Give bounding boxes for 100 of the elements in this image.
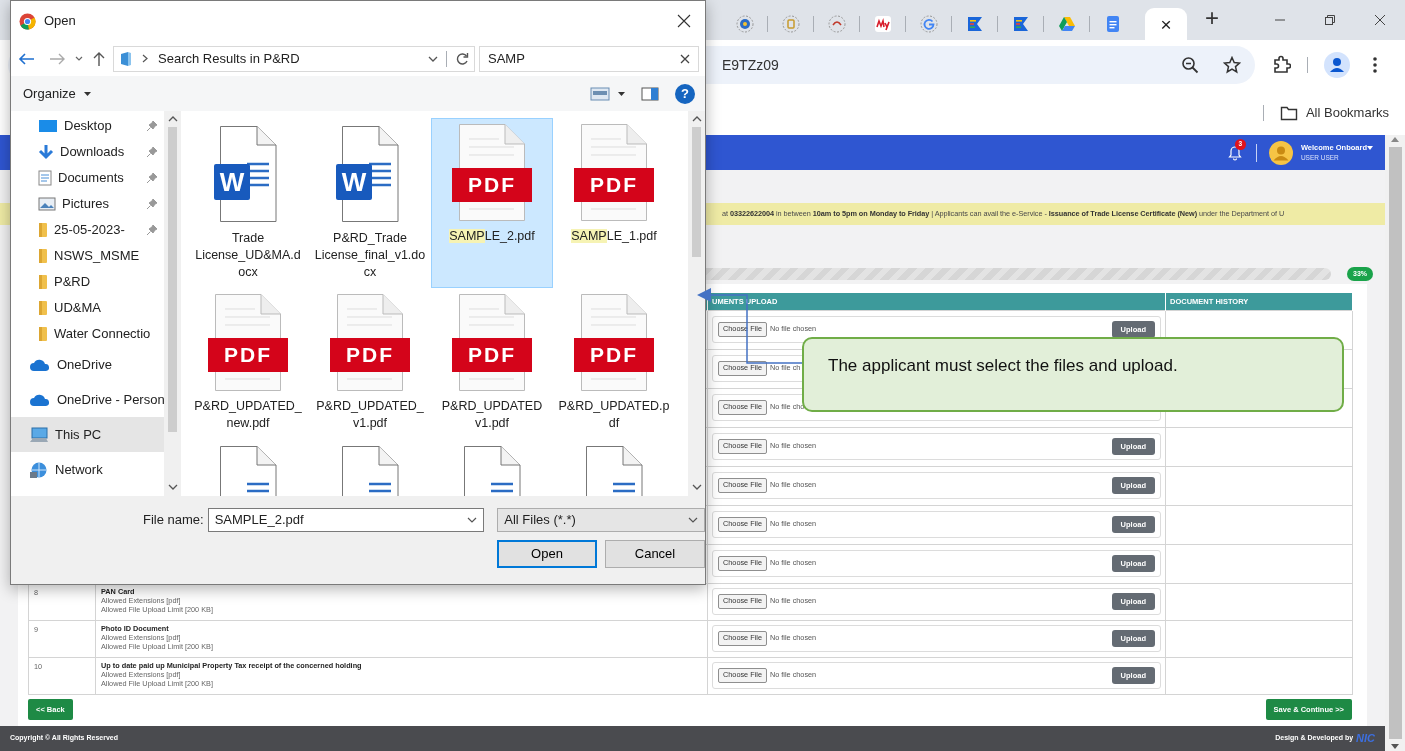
file-name: P&RD_UPDATED_v1.pdf: [315, 397, 425, 432]
file-name: SAMPLE_2.pdf: [448, 228, 536, 245]
nav-item[interactable]: Desktop: [11, 113, 164, 139]
file-tile[interactable]: PDF P&RD_UPDATED_v1.pdf: [309, 287, 431, 439]
bell-icon[interactable]: [1227, 144, 1242, 161]
page-scrollbar[interactable]: [1385, 135, 1405, 751]
file-name: P&RD_UPDATED_new.pdf: [193, 397, 303, 432]
file-scrollbar[interactable]: [688, 111, 705, 496]
g-icon: [919, 15, 938, 33]
new-tab-button[interactable]: +: [1199, 6, 1225, 30]
file-type-label: PDF: [330, 337, 410, 372]
nav-item[interactable]: 25-05-2023-: [11, 217, 164, 243]
puzzle-icon[interactable]: [1271, 55, 1291, 75]
preview-pane-icon[interactable]: [641, 86, 659, 101]
close-icon[interactable]: [677, 14, 691, 28]
avatar-icon: [1268, 140, 1293, 165]
dialog-title: Open: [44, 12, 76, 31]
view-icon: [590, 86, 610, 101]
tab-close-button[interactable]: ×: [1160, 14, 1172, 34]
folder-icon: [38, 300, 48, 316]
active-tab[interactable]: ×: [1145, 8, 1187, 40]
file-name-field[interactable]: SAMPLE_2.pdf: [207, 508, 485, 532]
chevron-down-icon[interactable]: [467, 517, 478, 523]
folder-icon: [120, 50, 132, 67]
file-type-label: PDF: [452, 168, 532, 202]
back-arrow-icon[interactable]: [17, 51, 35, 66]
cloud-icon: [29, 357, 51, 372]
scroll-up-icon: [167, 116, 178, 122]
file-tile[interactable]: PDF SAMPLE_1.pdf: [553, 118, 675, 288]
nav-item[interactable]: OneDrive - Person: [11, 382, 164, 417]
cancel-button[interactable]: Cancel: [605, 540, 705, 568]
scroll-thumb[interactable]: [1388, 147, 1402, 739]
restore-icon[interactable]: [1324, 14, 1336, 26]
nav-item[interactable]: OneDrive: [11, 347, 164, 382]
nav-item[interactable]: UD&MA: [11, 295, 164, 321]
organize-menu[interactable]: Organize: [23, 83, 91, 104]
bag-icon: [781, 15, 800, 33]
bookmark-folder[interactable]: All Bookmarks: [1279, 102, 1389, 123]
computer-icon: [29, 426, 49, 443]
nav-item[interactable]: P&RD: [11, 269, 164, 295]
file-type-label: W: [214, 164, 250, 200]
cloud-icon: [29, 392, 51, 407]
star-icon[interactable]: [1223, 56, 1241, 74]
scroll-thumb[interactable]: [692, 127, 701, 257]
file-tile[interactable]: W Trade License_UD&MA.docx: [187, 118, 309, 288]
chevron-down-icon[interactable]: [75, 56, 83, 61]
file-tile[interactable]: PDF P&RD_UPDATED_new.pdf: [187, 287, 309, 439]
clear-icon[interactable]: [680, 53, 690, 64]
file-tile[interactable]: PDF P&RD_UPDATED.pdf: [553, 287, 675, 439]
download-arrow-icon: [38, 144, 54, 160]
nav-item[interactable]: Downloads: [11, 139, 164, 165]
folder-icon: [38, 222, 48, 238]
file-tile[interactable]: PDF P&RD_UPDATED v1.pdf: [431, 287, 553, 439]
file-tile[interactable]: PDF SAMPLE_2.pdf: [431, 118, 553, 288]
open-button[interactable]: Open: [497, 540, 597, 568]
scroll-down-icon: [691, 484, 702, 490]
triangle-icon: [1057, 15, 1076, 33]
scroll-down-icon: [167, 484, 178, 490]
menu-icon[interactable]: [1372, 56, 1378, 74]
chevron-down-icon[interactable]: [428, 55, 438, 62]
file-type-label: PDF: [452, 337, 532, 372]
nav-item[interactable]: Documents: [11, 165, 164, 191]
scroll-down-icon: [1390, 743, 1400, 751]
nav-item[interactable]: This PC: [11, 417, 164, 452]
file-type-label: PDF: [208, 337, 288, 372]
view-menu[interactable]: [590, 86, 625, 101]
address-field[interactable]: Search Results in P&RD: [113, 45, 475, 72]
close-icon[interactable]: [1374, 14, 1386, 26]
chevron-right-icon: [142, 54, 148, 63]
ring-icon: [827, 15, 846, 33]
globe-icon: [735, 15, 754, 33]
folder-icon: [38, 326, 48, 342]
nav-item[interactable]: NSWS_MSME: [11, 243, 164, 269]
folder-icon: [38, 248, 48, 264]
nav-item[interactable]: Network: [11, 452, 164, 487]
logo-text: NIC: [1356, 731, 1375, 747]
file-type-dropdown[interactable]: All Files (*.*): [497, 508, 705, 532]
scroll-thumb[interactable]: [168, 127, 177, 432]
picture-icon: [38, 197, 56, 211]
nav-item[interactable]: Pictures: [11, 191, 164, 217]
caret-icon: [1367, 145, 1373, 150]
chevron-down-icon: [688, 517, 698, 523]
up-arrow-icon[interactable]: [93, 50, 105, 67]
network-icon: [29, 460, 49, 479]
field-label: File name:: [142, 511, 205, 530]
file-tile[interactable]: W P&RD_Trade License_final_v1.docx: [309, 118, 431, 288]
file-name: Trade License_UD&MA.docx: [194, 230, 302, 281]
nav-scrollbar[interactable]: [164, 111, 181, 496]
profile-icon[interactable]: [1324, 52, 1350, 78]
scroll-up-icon: [691, 116, 702, 122]
refresh-icon[interactable]: [455, 51, 469, 66]
flag-icon: [965, 15, 984, 33]
help-button[interactable]: ?: [675, 83, 695, 104]
swoosh-icon: [873, 15, 892, 33]
nav-item[interactable]: Water Connectio: [11, 321, 164, 347]
file-type-label: PDF: [574, 168, 654, 202]
file-name: SAMPLE_1.pdf: [570, 228, 658, 245]
zoom-out-icon[interactable]: [1181, 56, 1199, 74]
search-field[interactable]: SAMP: [479, 45, 699, 72]
document-icon: [38, 170, 52, 186]
